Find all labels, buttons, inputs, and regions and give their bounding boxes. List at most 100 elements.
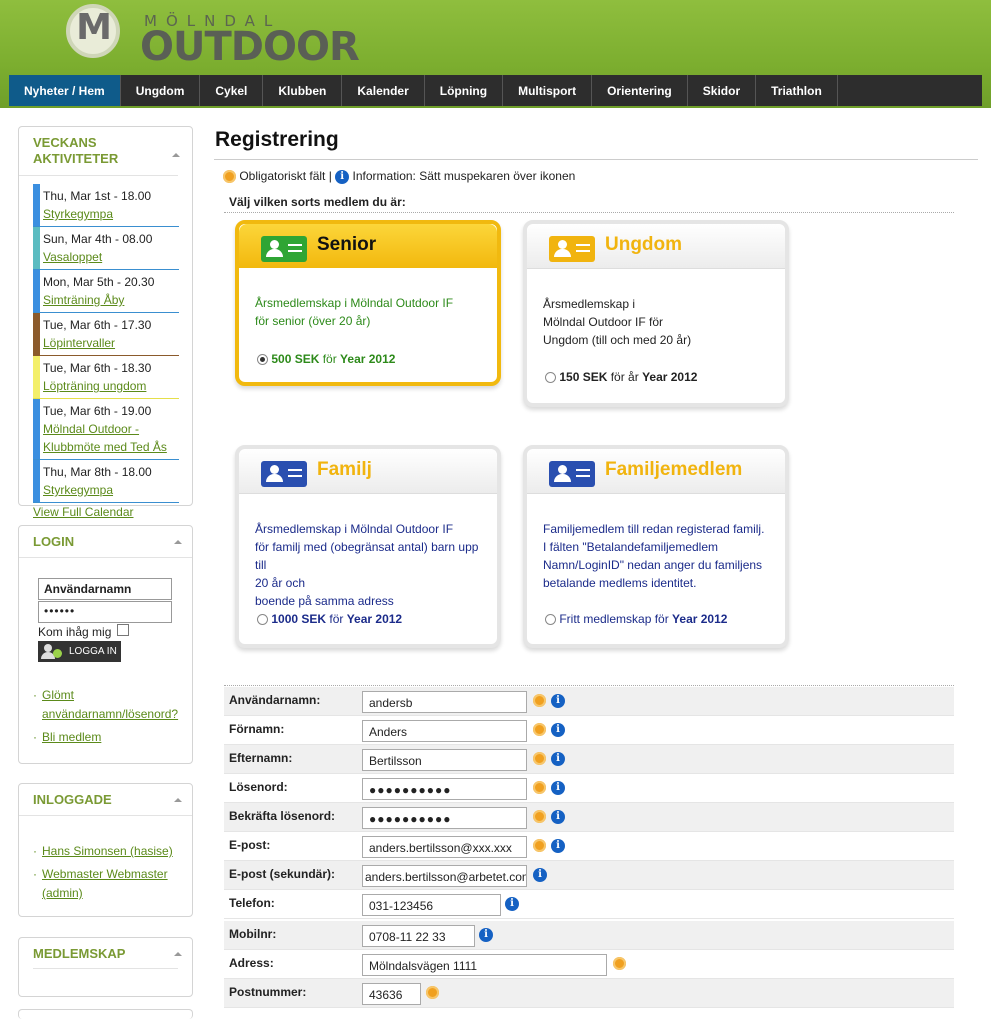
phone-field[interactable]: 031-123456 <box>362 894 501 916</box>
nav-tab-nyheter[interactable]: Nyheter / Hem <box>9 75 121 106</box>
collapse-icon[interactable] <box>174 539 182 544</box>
loggedin-title: INLOGGADE <box>19 784 192 816</box>
activity-color-bar <box>33 184 40 226</box>
card-header: Senior <box>239 224 497 268</box>
next-box <box>18 1009 193 1019</box>
collapse-icon[interactable] <box>174 797 182 802</box>
nav-tab-cykel[interactable]: Cykel <box>200 75 264 106</box>
activity-item: Thu, Mar 8th - 18.00 Styrkegympa <box>33 460 179 503</box>
required-icon <box>533 781 546 794</box>
field-label: Postnummer: <box>229 985 307 999</box>
card-price: 1000 SEK för Year 2012 <box>257 612 402 626</box>
nav-tab-skidor[interactable]: Skidor <box>688 75 757 106</box>
nav-tab-multisport[interactable]: Multisport <box>503 75 593 106</box>
site-logo[interactable]: M MÖLNDAL OUTDOOR <box>66 4 366 70</box>
field-label: Mobilnr: <box>229 927 277 941</box>
form-row-phone: Telefon: 031-123456 i <box>224 890 954 919</box>
postcode-field[interactable]: 43636 <box>362 983 421 1005</box>
membership-radio[interactable] <box>545 372 556 384</box>
activity-link[interactable]: Vasaloppet <box>43 248 179 266</box>
form-row-username: Användarnamn: andersb i <box>224 687 954 716</box>
nav-tab-triathlon[interactable]: Triathlon <box>756 75 838 106</box>
membership-card-ungdom[interactable]: Ungdom Årsmedlemskap i Mölndal Outdoor IF… <box>523 220 789 407</box>
activities-box: VECKANS AKTIVITETER Thu, Mar 1st - 18.00… <box>18 126 193 519</box>
info-icon[interactable]: i <box>551 839 565 853</box>
users-icon <box>41 643 63 660</box>
form-row-email-secondary: E-post (sekundär): anders.bertilsson@arb… <box>224 861 954 890</box>
nav-tab-ungdom[interactable]: Ungdom <box>121 75 201 106</box>
collapse-icon[interactable] <box>174 951 182 956</box>
username-input[interactable]: Användarnamn <box>38 578 172 600</box>
become-member-link[interactable]: Bli medlem <box>42 728 101 747</box>
membership-card-familj[interactable]: Familj Årsmedlemskap i Mölndal Outdoor I… <box>235 445 501 648</box>
field-label: Efternamn: <box>229 751 293 765</box>
form-row-address: Adress: Mölndalsvägen 1111 <box>224 950 954 979</box>
required-icon <box>533 723 546 736</box>
view-calendar-link[interactable]: View Full Calendar <box>33 505 194 519</box>
field-label: Adress: <box>229 956 274 970</box>
password-field[interactable]: ●●●●●●●●●● <box>362 778 527 800</box>
mobile-field[interactable]: 0708-11 22 33 <box>362 925 475 947</box>
card-price: 500 SEK för Year 2012 <box>257 352 395 366</box>
form-row-lastname: Efternamn: Bertilsson i <box>224 745 954 774</box>
login-button[interactable]: LOGGA IN <box>38 641 121 662</box>
member-card-icon <box>549 236 595 262</box>
loggedin-user[interactable]: Webmaster Webmaster (admin) <box>42 865 193 903</box>
info-icon[interactable]: i <box>551 781 565 795</box>
info-icon[interactable]: i <box>551 723 565 737</box>
address-field[interactable]: Mölndalsvägen 1111 <box>362 954 607 976</box>
info-icon[interactable]: i <box>551 694 565 708</box>
activity-color-bar <box>33 227 40 269</box>
firstname-field[interactable]: Anders <box>362 720 527 742</box>
member-card-icon <box>261 236 307 262</box>
form-row-password: Lösenord: ●●●●●●●●●● i <box>224 774 954 803</box>
activity-link[interactable]: Styrkegympa <box>43 481 179 499</box>
lastname-field[interactable]: Bertilsson <box>362 749 527 771</box>
info-icon[interactable]: i <box>551 810 565 824</box>
form-row-email: E-post: anders.bertilsson@xxx.xxx i <box>224 832 954 861</box>
activity-link[interactable]: Löpintervaller <box>43 334 179 352</box>
required-icon <box>533 810 546 823</box>
info-icon[interactable]: i <box>505 897 519 911</box>
remember-me-label: Kom ihåg mig <box>38 625 112 639</box>
info-icon[interactable]: i <box>533 868 547 882</box>
membership-title: MEDLEMSKAP <box>19 938 192 969</box>
required-icon <box>533 694 546 707</box>
password-input[interactable]: •••••• <box>38 601 172 623</box>
nav-tab-orientering[interactable]: Orientering <box>592 75 688 106</box>
member-card-icon <box>549 461 595 487</box>
email-secondary-field[interactable]: anders.bertilsson@arbetet.com <box>362 865 527 887</box>
dotted-divider <box>224 212 954 213</box>
info-icon[interactable]: i <box>551 752 565 766</box>
membership-radio[interactable] <box>257 354 268 366</box>
username-field[interactable]: andersb <box>362 691 527 713</box>
activity-link[interactable]: Mölndal Outdoor - Klubbmöte med Ted Ås <box>43 420 179 456</box>
loggedin-box: INLOGGADE · Hans Simonsen (hasise) · Webma… <box>18 783 193 917</box>
choose-member-label: Välj vilken sorts medlem du är: <box>229 195 406 209</box>
activity-link[interactable]: Simträning Åby <box>43 291 179 309</box>
membership-radio[interactable] <box>257 614 268 626</box>
loggedin-user[interactable]: Hans Simonsen (hasise) <box>42 842 173 861</box>
divider <box>33 968 178 969</box>
field-label: E-post (sekundär): <box>229 867 336 881</box>
forgot-password-link[interactable]: Glömt användarnamn/lösenord? <box>42 686 193 724</box>
membership-card-familjemedlem[interactable]: Familjemedlem Familjemedlem till redan r… <box>523 445 789 648</box>
activity-link[interactable]: Styrkegympa <box>43 205 179 223</box>
required-icon <box>613 957 626 970</box>
info-icon[interactable]: i <box>479 928 493 942</box>
remember-me-checkbox[interactable] <box>117 624 129 636</box>
required-icon <box>426 986 439 999</box>
email-field[interactable]: anders.bertilsson@xxx.xxx <box>362 836 527 858</box>
membership-card-senior[interactable]: Senior Årsmedlemskap i Mölndal Outdoor I… <box>235 220 501 386</box>
confirm-password-field[interactable]: ●●●●●●●●●● <box>362 807 527 829</box>
nav-tab-klubben[interactable]: Klubben <box>263 75 343 106</box>
activity-link[interactable]: Löpträning ungdom <box>43 377 179 395</box>
activity-color-bar <box>33 356 40 398</box>
collapse-icon[interactable] <box>172 153 180 157</box>
card-description: Årsmedlemskap i Mölndal Outdoor IF för se… <box>255 296 454 328</box>
nav-tab-kalender[interactable]: Kalender <box>342 75 425 106</box>
nav-tab-lopning[interactable]: Löpning <box>425 75 504 106</box>
info-icon[interactable]: i <box>335 169 350 184</box>
membership-radio[interactable] <box>545 614 556 626</box>
activity-item: Tue, Mar 6th - 18.30 Löpträning ungdom <box>33 356 179 399</box>
